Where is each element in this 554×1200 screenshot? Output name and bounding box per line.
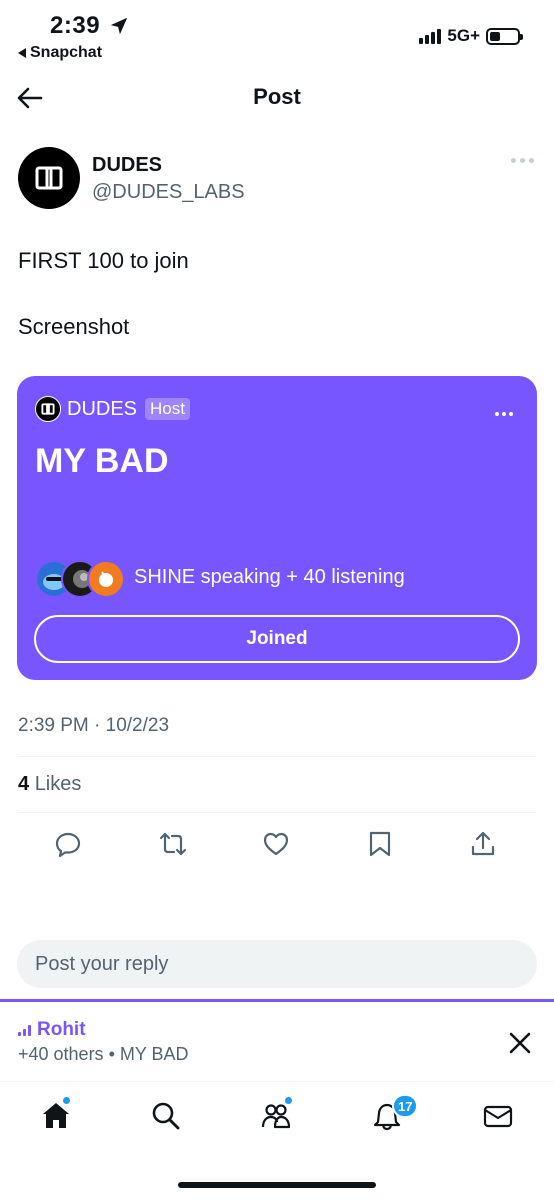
host-name: DUDES (67, 397, 138, 420)
joined-button[interactable]: Joined (34, 615, 520, 663)
messages-icon[interactable] (482, 1100, 514, 1132)
back-app-label: Snapchat (30, 44, 103, 61)
space-card[interactable]: DUDES Host MY BAD SHINE speaking + 40 li… (17, 376, 537, 680)
host-badge: Host (145, 398, 190, 420)
space-title: MY BAD (35, 442, 169, 480)
speaker-avatar (87, 560, 125, 598)
reply-input[interactable]: Post your reply (17, 940, 537, 988)
docked-space-subtitle[interactable]: +40 others • MY BAD (18, 1044, 189, 1065)
likes-number: 4 (18, 773, 30, 795)
action-bar (0, 830, 554, 860)
communities-notification-dot (284, 1096, 293, 1105)
post-timestamp[interactable]: 2:39 PM · 10/2/23 (18, 715, 169, 737)
dudes-logo-icon (35, 166, 63, 190)
author-avatar[interactable] (18, 147, 80, 209)
back-to-app-button[interactable]: Snapchat (18, 44, 102, 62)
more-options-icon[interactable] (511, 158, 534, 163)
location-arrow-icon (110, 17, 128, 35)
network-label: 5G+ (447, 26, 480, 45)
share-icon[interactable] (469, 830, 497, 858)
page-title: Post (253, 84, 301, 109)
speaker-avatars (35, 560, 125, 598)
docked-space-speaker[interactable]: Rohit (18, 1019, 86, 1041)
like-icon[interactable] (262, 830, 290, 858)
likes-label: Likes (34, 773, 82, 795)
speaker-status: SHINE speaking + 40 listening (134, 566, 405, 588)
divider (18, 756, 536, 757)
status-time: 2:39 (50, 12, 101, 39)
audio-bars-icon (18, 1024, 31, 1036)
signal-icon (419, 28, 442, 44)
home-indicator[interactable] (178, 1182, 376, 1188)
space-more-icon[interactable] (495, 412, 513, 416)
home-notification-dot (62, 1096, 71, 1105)
host-row: DUDES Host (35, 396, 190, 422)
host-avatar (35, 396, 61, 422)
likes-count[interactable]: 4 Likes (18, 773, 81, 796)
bookmark-icon[interactable] (366, 830, 394, 858)
author-handle[interactable]: @DUDES_LABS (92, 181, 245, 204)
dudes-logo-icon (41, 403, 55, 415)
docked-space-border (0, 999, 554, 1002)
post-text-line1: FIRST 100 to join (18, 248, 189, 273)
notifications-badge: 17 (392, 1094, 419, 1118)
battery-icon (486, 27, 523, 45)
docked-speaker-name: Rohit (37, 1019, 86, 1040)
post-text-line2: Screenshot (18, 314, 130, 339)
divider (18, 812, 536, 813)
repost-icon[interactable] (159, 830, 187, 858)
search-icon[interactable] (150, 1100, 182, 1132)
status-indicators: 5G+ (419, 26, 523, 46)
tab-bar-divider (0, 1081, 554, 1082)
author-name[interactable]: DUDES (92, 154, 162, 177)
reply-icon[interactable] (54, 830, 82, 858)
back-triangle-icon (18, 48, 26, 58)
close-icon[interactable] (506, 1029, 534, 1057)
